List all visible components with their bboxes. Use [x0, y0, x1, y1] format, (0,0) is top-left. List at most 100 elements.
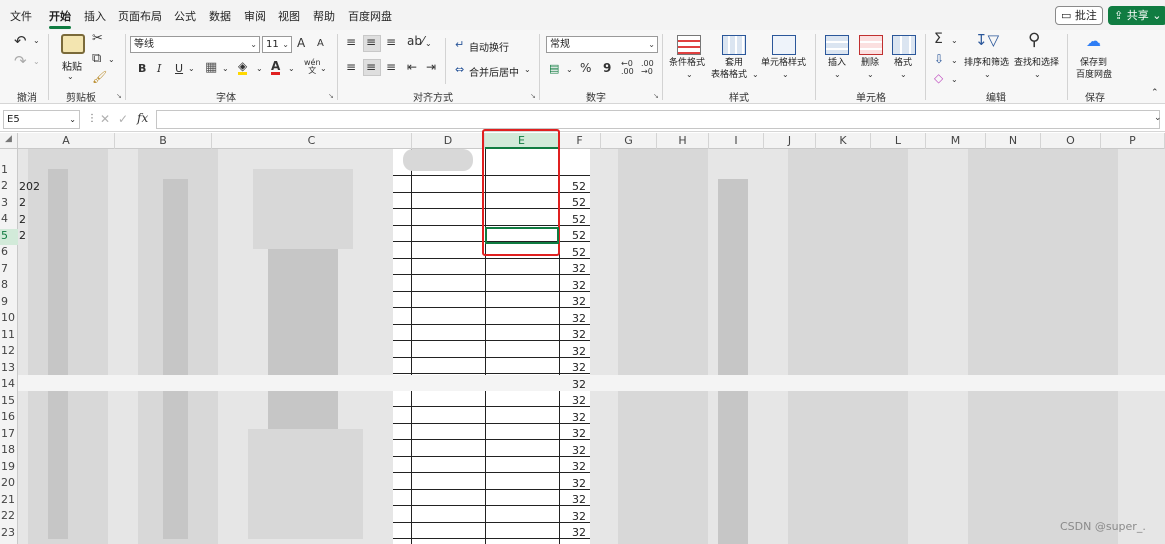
comma-style-button[interactable]: 9 — [603, 61, 611, 75]
chevron-down-icon[interactable]: ⌄ — [1034, 70, 1041, 79]
fill-color-icon[interactable]: ◈ — [238, 60, 248, 75]
save-to-baidu-label-1[interactable]: 保存到 — [1080, 58, 1107, 69]
format-cells-icon[interactable] — [892, 35, 916, 55]
column-header-d[interactable]: D — [412, 133, 485, 149]
insert-cells-icon[interactable] — [825, 35, 849, 55]
chevron-down-icon[interactable]: ⌄ — [256, 64, 263, 73]
align-center-icon[interactable]: ≡ — [366, 60, 376, 74]
cell-grid[interactable]: 202 2 2 2 52 52 52 52 52 32 32 32 32 32 … — [18, 149, 1165, 544]
format-as-table-icon[interactable] — [722, 35, 746, 55]
cell-f21[interactable]: 32 — [572, 493, 592, 506]
column-header-n[interactable]: N — [986, 133, 1041, 149]
formula-input[interactable] — [156, 110, 1160, 129]
paste-button-label[interactable]: 粘贴 — [62, 58, 82, 73]
italic-button[interactable]: I — [157, 62, 161, 75]
chevron-down-icon[interactable]: ⌄ — [867, 70, 874, 79]
row-header-13[interactable]: 13 — [0, 361, 18, 377]
orientation-icon[interactable]: ab⁄ — [407, 34, 424, 48]
chevron-down-icon[interactable]: ⌄ — [188, 64, 195, 73]
menu-page-layout[interactable]: 页面布局 — [118, 8, 162, 24]
row-header-1[interactable]: 1 — [0, 163, 18, 179]
name-box[interactable]: E5 ⌄ — [3, 110, 80, 129]
chevron-down-icon[interactable]: ⌄ — [524, 65, 531, 74]
merge-center-icon[interactable]: ⇔ — [455, 63, 464, 76]
cell-f20[interactable]: 32 — [572, 477, 592, 490]
row-header-22[interactable]: 22 — [0, 509, 18, 525]
row-header-14[interactable]: 14 — [0, 377, 18, 393]
row-header-3[interactable]: 3 — [0, 196, 18, 212]
share-button[interactable]: ⇪ 共享 ⌄ — [1108, 6, 1165, 25]
chevron-down-icon[interactable]: ⌄ — [984, 70, 991, 79]
percent-style-button[interactable]: % — [580, 61, 591, 75]
cell-f2[interactable]: 52 — [572, 180, 592, 193]
cell-f22[interactable]: 32 — [572, 510, 592, 523]
copy-icon[interactable]: ⧉ — [92, 51, 101, 66]
chevron-down-icon[interactable]: ⌄ — [951, 36, 958, 45]
decrease-decimal-icon[interactable]: .00 →0 — [641, 60, 654, 76]
row-header-17[interactable]: 17 — [0, 427, 18, 443]
menu-view[interactable]: 视图 — [278, 8, 300, 24]
delete-cells-icon[interactable] — [859, 35, 883, 55]
column-header-c[interactable]: C — [212, 133, 412, 149]
row-header-18[interactable]: 18 — [0, 443, 18, 459]
row-header-20[interactable]: 20 — [0, 476, 18, 492]
menu-home[interactable]: 开始 — [49, 8, 71, 24]
cell-a2[interactable]: 202 — [19, 180, 40, 193]
redo-icon[interactable]: ↷ — [14, 52, 27, 70]
column-header-a[interactable]: A — [18, 133, 115, 149]
cell-f12[interactable]: 32 — [572, 345, 592, 358]
autosum-icon[interactable]: Σ — [934, 31, 943, 47]
font-color-icon[interactable]: A — [271, 60, 281, 75]
cancel-icon[interactable]: ✕ — [100, 112, 110, 126]
chevron-down-icon[interactable]: ⌄ — [834, 70, 841, 79]
column-header-m[interactable]: M — [926, 133, 986, 149]
column-header-p[interactable]: P — [1101, 133, 1165, 149]
chevron-down-icon[interactable]: ⌄ — [320, 64, 327, 73]
increase-indent-icon[interactable]: ⇥ — [426, 60, 436, 74]
fill-icon[interactable]: ⇩ — [934, 52, 944, 66]
sort-filter-icon[interactable]: ↧▽ — [975, 31, 999, 49]
menu-formulas[interactable]: 公式 — [174, 8, 196, 24]
sort-filter-button[interactable]: 排序和筛选 — [964, 58, 1009, 69]
cell-a3[interactable]: 2 — [19, 196, 26, 209]
chevron-down-icon[interactable]: ⌄ — [33, 36, 40, 45]
chevron-down-icon[interactable]: ⌄ — [108, 55, 115, 64]
cell-f5[interactable]: 52 — [572, 229, 592, 242]
font-size-select[interactable]: 11 ⌄ — [262, 36, 292, 53]
comment-button[interactable]: ▭ 批注 — [1055, 6, 1103, 25]
cell-f15[interactable]: 32 — [572, 394, 592, 407]
baidu-cloud-icon[interactable]: ☁ — [1086, 32, 1101, 50]
cell-f6[interactable]: 52 — [572, 246, 592, 259]
row-header-10[interactable]: 10 — [0, 311, 18, 327]
chevron-down-icon[interactable]: ⌄ — [951, 75, 958, 84]
font-shrink-icon[interactable]: A — [317, 38, 324, 49]
cell-styles-button[interactable]: 单元格样式 — [761, 58, 806, 69]
row-header-4[interactable]: 4 — [0, 212, 18, 228]
align-bottom-icon[interactable]: ≡ — [386, 35, 396, 49]
cell-f18[interactable]: 32 — [572, 444, 592, 457]
cell-f10[interactable]: 32 — [572, 312, 592, 325]
cell-f3[interactable]: 52 — [572, 196, 592, 209]
dialog-launcher-icon[interactable]: ↘ — [328, 92, 334, 100]
border-icon[interactable]: ▦ — [205, 60, 217, 75]
align-left-icon[interactable]: ≡ — [346, 60, 356, 74]
insert-function-button[interactable]: fx — [137, 111, 148, 125]
cell-f17[interactable]: 32 — [572, 427, 592, 440]
row-header-21[interactable]: 21 — [0, 493, 18, 509]
column-header-b[interactable]: B — [115, 133, 212, 149]
format-painter-icon[interactable]: 🖌 — [92, 70, 107, 84]
column-header-k[interactable]: K — [816, 133, 871, 149]
more-options-icon[interactable]: ⋮ — [87, 113, 97, 124]
dialog-launcher-icon[interactable]: ↘ — [530, 92, 536, 100]
font-name-select[interactable]: 等线 ⌄ — [130, 36, 260, 53]
merge-center-button[interactable]: 合并后居中 — [469, 64, 519, 79]
find-select-button[interactable]: 查找和选择 — [1014, 58, 1059, 69]
cell-f11[interactable]: 32 — [572, 328, 592, 341]
column-header-h[interactable]: H — [657, 133, 709, 149]
cut-icon[interactable]: ✂ — [92, 31, 103, 46]
column-header-o[interactable]: O — [1041, 133, 1101, 149]
cell-f4[interactable]: 52 — [572, 213, 592, 226]
search-icon[interactable]: ⚲ — [1028, 30, 1040, 50]
cell-f14[interactable]: 32 — [572, 378, 592, 391]
insert-cells-button[interactable]: 插入 — [828, 58, 846, 69]
